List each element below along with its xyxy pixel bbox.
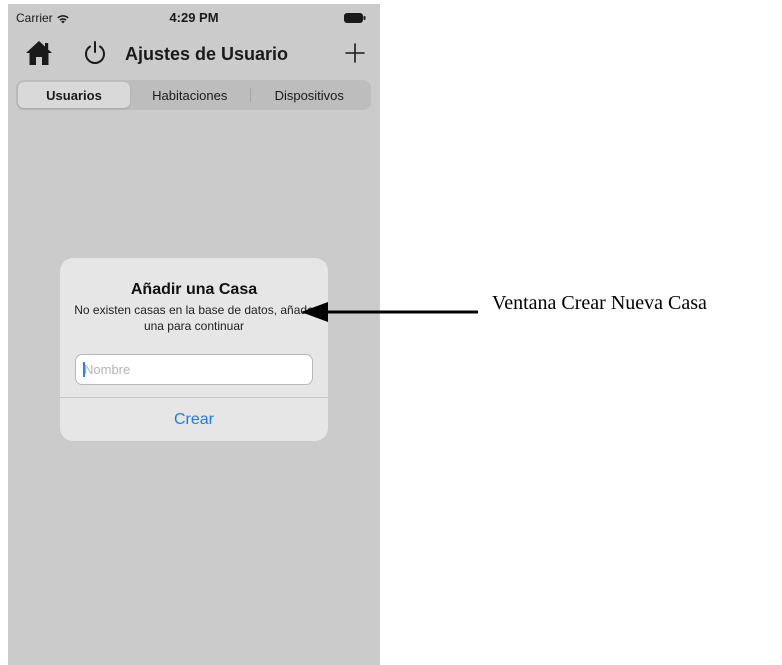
home-icon[interactable] [25,40,53,66]
battery-icon [344,13,366,23]
alert-title: Añadir una Casa [130,281,258,298]
text-cursor [83,362,85,377]
status-bar: Carrier 4:29 PM [8,4,380,34]
power-icon[interactable] [83,40,107,66]
status-time: 4:29 PM [169,10,219,25]
annotation-arrow-icon [301,302,478,322]
house-name-input[interactable] [75,354,313,385]
alert-message: No existen casas en la base de datos, añ… [74,303,314,333]
add-icon[interactable] [344,42,366,64]
segment-habitaciones[interactable]: Habitaciones [130,82,250,108]
navigation-bar: Ajustes de Usuario [8,34,380,74]
page-title: Ajustes de Usuario [125,44,289,64]
segment-dispositivos[interactable]: Dispositivos [249,82,370,108]
stage: Carrier 4:29 PM Ajustes de Usuario Usuar… [0,0,782,665]
create-button[interactable]: Crear [60,398,328,441]
annotation-label: Ventana Crear Nueva Casa [492,292,707,314]
phone-screen: Carrier 4:29 PM Ajustes de Usuario Usuar… [8,4,380,665]
segmented-control: Usuarios Habitaciones Dispositivos [16,80,371,110]
segment-usuarios[interactable]: Usuarios [18,82,130,108]
add-house-alert: Añadir una Casa No existen casas en la b… [60,258,328,441]
